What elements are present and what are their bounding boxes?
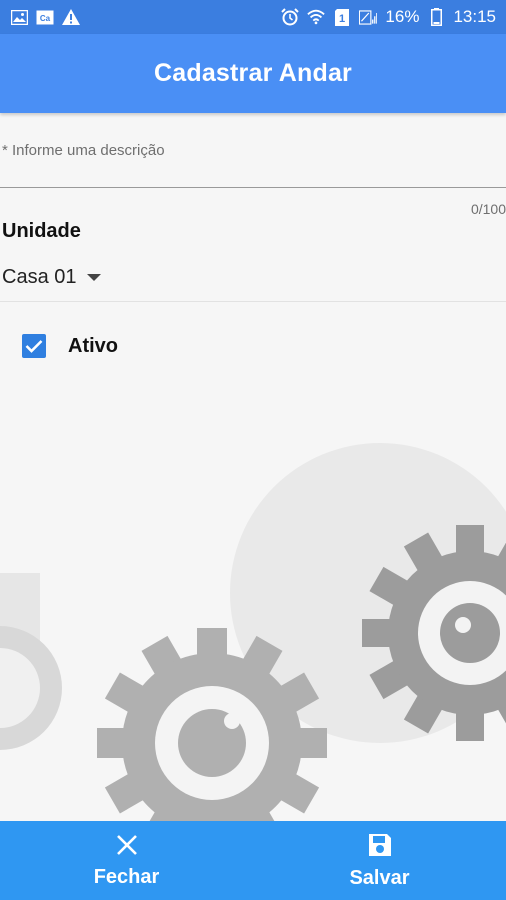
status-left-icons: Ca xyxy=(10,9,80,25)
page-title: Cadastrar Andar xyxy=(154,59,352,87)
unit-label: Unidade xyxy=(2,220,81,242)
bottom-action-bar: Fechar Salvar xyxy=(0,821,506,900)
description-char-counter: 0/100 xyxy=(470,201,506,217)
image-icon xyxy=(10,9,28,25)
warning-icon xyxy=(62,9,80,25)
active-label: Ativo xyxy=(68,334,118,357)
battery-percent: 16% xyxy=(385,7,420,26)
status-right-icons: 1 16% 13:15 xyxy=(281,7,496,27)
active-toggle-row[interactable]: Ativo xyxy=(22,334,118,358)
close-icon xyxy=(115,833,139,862)
gears-background-illustration xyxy=(0,443,506,821)
unit-divider xyxy=(0,301,506,302)
checkmark-icon xyxy=(25,340,43,353)
app-bar: Cadastrar Andar xyxy=(0,34,506,113)
wifi-icon xyxy=(307,9,326,25)
dropdown-arrow-icon xyxy=(86,269,101,287)
description-field[interactable]: * Informe uma descrição xyxy=(0,113,506,188)
close-button[interactable]: Fechar xyxy=(0,821,253,900)
gear-left-icon xyxy=(0,573,62,750)
close-button-label: Fechar xyxy=(93,865,160,888)
form-content: * Informe uma descrição 0/100 Unidade Ca… xyxy=(0,113,506,821)
unit-selected-value: Casa 01 xyxy=(2,266,77,288)
status-time: 13:15 xyxy=(453,7,496,26)
unit-dropdown[interactable]: Casa 01 xyxy=(2,266,101,289)
description-placeholder: * Informe uma descrição xyxy=(2,142,165,159)
svg-text:Ca: Ca xyxy=(40,14,51,23)
sim-icon: 1 xyxy=(333,8,351,26)
save-button[interactable]: Salvar xyxy=(253,821,506,900)
sim-badge: 1 xyxy=(339,13,345,25)
signal-icon xyxy=(359,9,378,25)
alarm-icon xyxy=(281,8,300,26)
save-icon xyxy=(367,832,393,863)
status-bar: Ca 1 16% 13:15 xyxy=(0,0,506,34)
save-button-label: Salvar xyxy=(349,866,410,889)
active-checkbox[interactable] xyxy=(22,334,46,358)
battery-icon xyxy=(427,8,445,26)
cast-icon: Ca xyxy=(36,9,54,25)
